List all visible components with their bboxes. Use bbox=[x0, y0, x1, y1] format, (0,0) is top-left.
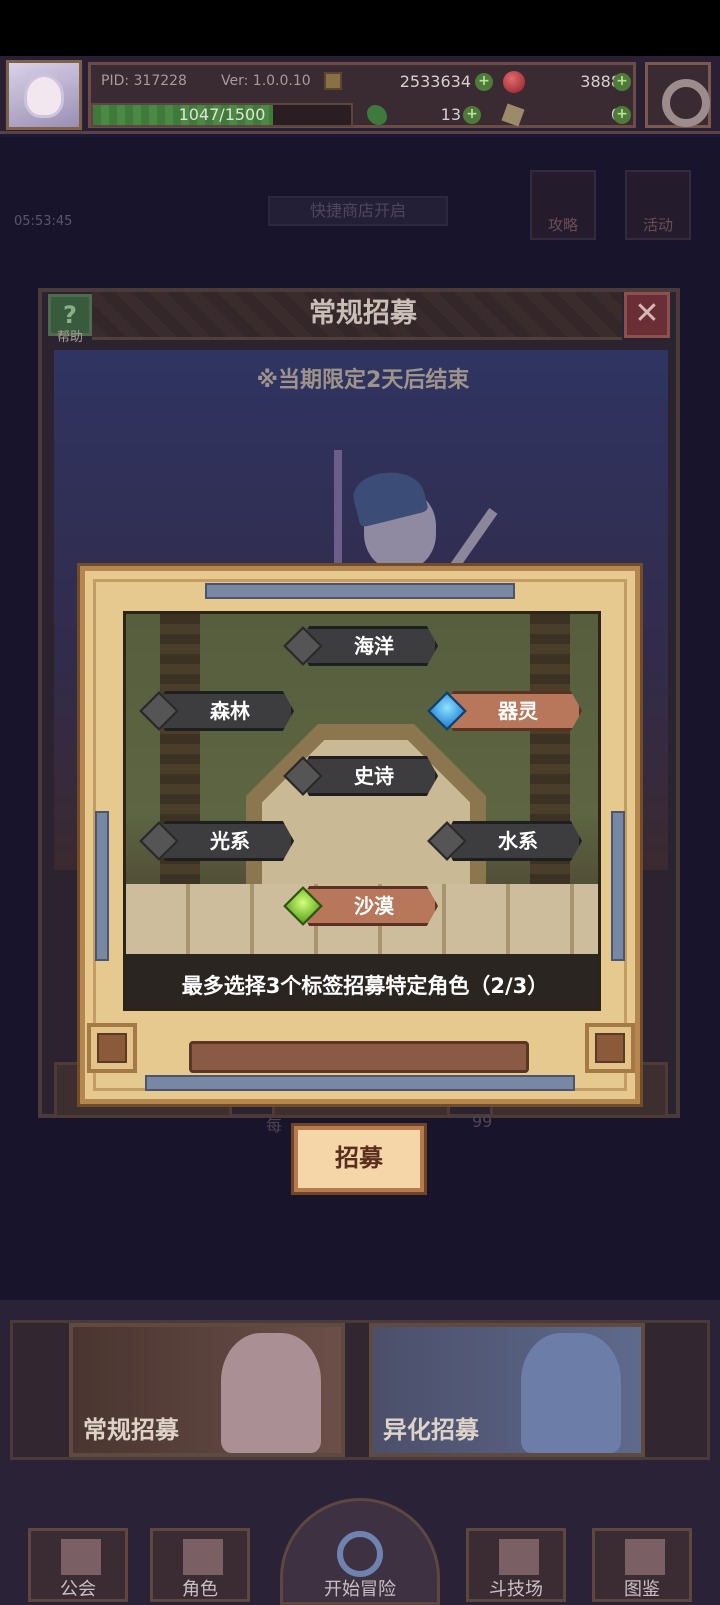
gem-amount: 3888 bbox=[580, 72, 621, 91]
tag-water[interactable]: 水系 bbox=[427, 819, 586, 863]
regular-recruit-card[interactable]: 常规招募 bbox=[69, 1323, 345, 1457]
tag-label: 史诗 bbox=[354, 764, 394, 788]
gear-icon[interactable] bbox=[645, 62, 711, 128]
tag-label: 器灵 bbox=[498, 699, 538, 723]
tag-desert[interactable]: 沙漠 bbox=[283, 884, 442, 928]
nav-adventure[interactable]: 开始冒险 bbox=[280, 1498, 440, 1605]
quick-shop-label: 快捷商店开启 bbox=[309, 201, 406, 220]
add-clover-icon[interactable]: + bbox=[463, 106, 481, 124]
frame-left-bar bbox=[95, 811, 109, 961]
game-screen: 05:53:45 快捷商店开启 攻略 活动 PID: 317228 Ver: 1… bbox=[0, 0, 720, 1605]
tag-ocean[interactable]: 海洋 bbox=[283, 624, 442, 668]
frame-right-bar bbox=[611, 811, 625, 961]
tag-label: 海洋 bbox=[354, 634, 394, 658]
top-hud: PID: 317228 Ver: 1.0.0.10 2533634 + 3888… bbox=[0, 56, 720, 134]
help-label: 帮助 bbox=[56, 330, 83, 345]
tag-label: 水系 bbox=[498, 829, 538, 853]
recruit-button-label: 招募 bbox=[335, 1144, 383, 1172]
pool-character-art bbox=[221, 1333, 321, 1453]
key-amount: 0 bbox=[531, 105, 621, 124]
player-avatar[interactable] bbox=[6, 60, 82, 130]
daily-limit-prefix: 每 bbox=[266, 1116, 283, 1135]
shop-icon bbox=[61, 1539, 101, 1575]
add-gem-icon[interactable]: + bbox=[613, 73, 631, 91]
resource-panel: PID: 317228 Ver: 1.0.0.10 2533634 + 3888… bbox=[88, 62, 636, 128]
tag-light[interactable]: 光系 bbox=[139, 819, 298, 863]
nav-arena-label: 斗技场 bbox=[489, 1579, 543, 1600]
nav-codex-label: 图鉴 bbox=[624, 1579, 660, 1600]
tag-panel: 最多选择3个标签招募特定角色（2/3） 海洋 森林 器灵 史诗 光系 水系 沙漠 bbox=[123, 611, 601, 1011]
recruit-button[interactable]: 招募 bbox=[294, 1126, 424, 1192]
window-title: 常规招募 bbox=[309, 298, 417, 329]
corner-inset bbox=[595, 1033, 625, 1063]
tag-label: 沙漠 bbox=[354, 894, 394, 918]
character-icon bbox=[183, 1539, 223, 1575]
tag-forest[interactable]: 森林 bbox=[139, 689, 298, 733]
nav-adventure-label: 开始冒险 bbox=[324, 1579, 396, 1600]
frame-corner-right bbox=[585, 1023, 635, 1073]
close-icon[interactable]: ✕ bbox=[624, 292, 670, 338]
pool-character-art bbox=[521, 1333, 621, 1453]
coin-icon bbox=[324, 72, 342, 90]
daily-limit-count: 99 bbox=[472, 1112, 493, 1131]
nav-character[interactable]: 角色 bbox=[150, 1528, 250, 1602]
gold-amount: 2533634 bbox=[399, 72, 471, 91]
alien-recruit-card[interactable]: 异化招募 bbox=[369, 1323, 645, 1457]
magnifier-icon bbox=[337, 1531, 383, 1577]
frame-bottom-bar bbox=[145, 1075, 575, 1091]
tag-limit-status: 最多选择3个标签招募特定角色（2/3） bbox=[181, 974, 549, 998]
add-gold-icon[interactable]: + bbox=[475, 73, 493, 91]
key-icon bbox=[501, 103, 525, 127]
regular-recruit-label: 常规招募 bbox=[83, 1416, 179, 1444]
event-label: 活动 bbox=[642, 216, 673, 234]
nav-guild-label: 公会 bbox=[60, 1579, 96, 1600]
book-icon bbox=[625, 1539, 665, 1575]
clover-icon bbox=[367, 105, 387, 125]
crossed-swords-icon bbox=[499, 1539, 539, 1575]
tag-label: 光系 bbox=[210, 829, 250, 853]
frame-bottom-slot bbox=[189, 1041, 529, 1073]
tag-selection-dialog: 最多选择3个标签招募特定角色（2/3） 海洋 森林 器灵 史诗 光系 水系 沙漠 bbox=[80, 566, 640, 1104]
xp-text: 1047/1500 bbox=[178, 105, 266, 124]
alien-recruit-label: 异化招募 bbox=[383, 1416, 479, 1444]
pool-frame: 常规招募 异化招募 bbox=[10, 1320, 710, 1460]
strategy-label: 攻略 bbox=[547, 216, 578, 234]
nav-character-label: 角色 bbox=[182, 1579, 218, 1600]
limit-notice: ※当期限定2天后结束 bbox=[256, 368, 470, 393]
tag-epic[interactable]: 史诗 bbox=[283, 754, 442, 798]
nav-codex[interactable]: 图鉴 bbox=[592, 1528, 692, 1602]
player-id: PID: 317228 bbox=[101, 73, 187, 89]
ruby-icon bbox=[503, 71, 525, 93]
strategy-button: 攻略 bbox=[530, 170, 596, 240]
frame-top-bar bbox=[205, 583, 515, 599]
corner-inset bbox=[97, 1033, 127, 1063]
tag-spirit[interactable]: 器灵 bbox=[427, 689, 586, 733]
xp-bar: 1047/1500 bbox=[91, 103, 353, 127]
clover-amount: 13 bbox=[440, 105, 461, 124]
frame-corner-left bbox=[87, 1023, 137, 1073]
version-label: Ver: 1.0.0.10 bbox=[221, 73, 311, 89]
countdown-timer: 05:53:45 bbox=[14, 214, 73, 229]
nav-guild[interactable]: 公会 bbox=[28, 1528, 128, 1602]
bottom-nav: 公会 角色 开始冒险 斗技场 图鉴 bbox=[0, 1498, 720, 1605]
tag-label: 森林 bbox=[210, 699, 250, 723]
add-key-icon[interactable]: + bbox=[613, 106, 631, 124]
event-button: 活动 bbox=[625, 170, 691, 240]
nav-arena[interactable]: 斗技场 bbox=[466, 1528, 566, 1602]
quick-shop-banner: 快捷商店开启 bbox=[268, 196, 448, 226]
